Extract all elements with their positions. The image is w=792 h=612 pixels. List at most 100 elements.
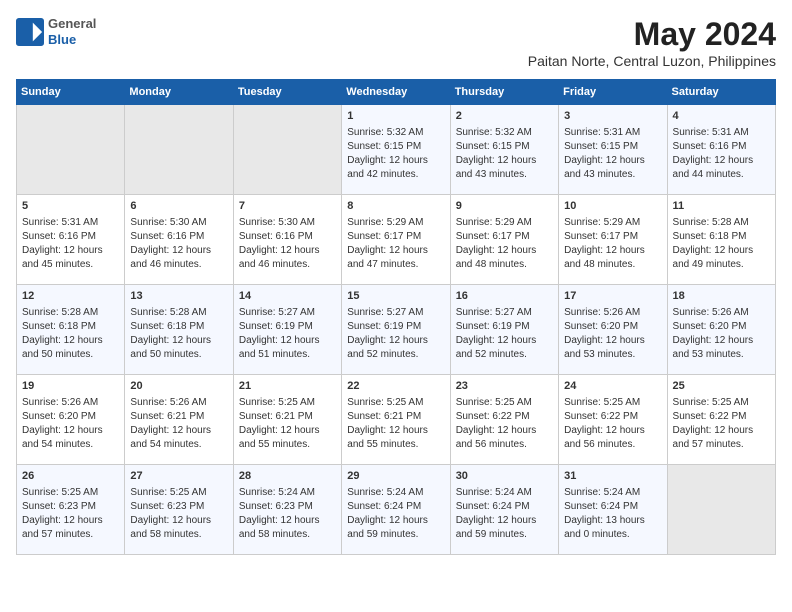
day-info: Sunrise: 5:32 AM Sunset: 6:15 PM Dayligh…	[456, 126, 553, 182]
day-info: Sunrise: 5:24 AM Sunset: 6:24 PM Dayligh…	[564, 486, 661, 542]
day-info: Sunrise: 5:31 AM Sunset: 6:15 PM Dayligh…	[564, 126, 661, 182]
day-number: 13	[130, 289, 227, 304]
day-info: Sunrise: 5:24 AM Sunset: 6:23 PM Dayligh…	[239, 486, 336, 542]
day-number: 12	[22, 289, 119, 304]
calendar-cell	[233, 105, 341, 195]
day-number: 1	[347, 109, 444, 124]
calendar-week-3: 12 Sunrise: 5:28 AM Sunset: 6:18 PM Dayli…	[17, 285, 776, 375]
day-number: 28	[239, 469, 336, 484]
day-number: 6	[130, 199, 227, 214]
calendar-cell: 8 Sunrise: 5:29 AM Sunset: 6:17 PM Daylig…	[342, 195, 450, 285]
calendar-table: SundayMondayTuesdayWednesdayThursdayFrid…	[16, 79, 776, 555]
day-info: Sunrise: 5:26 AM Sunset: 6:21 PM Dayligh…	[130, 396, 227, 452]
header-wednesday: Wednesday	[342, 80, 450, 105]
day-number: 16	[456, 289, 553, 304]
calendar-cell: 26 Sunrise: 5:25 AM Sunset: 6:23 PM Dayli…	[17, 465, 125, 555]
page-title: May 2024	[528, 16, 776, 53]
day-info: Sunrise: 5:25 AM Sunset: 6:21 PM Dayligh…	[347, 396, 444, 452]
day-info: Sunrise: 5:29 AM Sunset: 6:17 PM Dayligh…	[456, 216, 553, 272]
calendar-cell: 21Sunrise: 5:25 AM Sunset: 6:21 PM Dayli…	[233, 375, 341, 465]
header-thursday: Thursday	[450, 80, 558, 105]
day-info: Sunrise: 5:26 AM Sunset: 6:20 PM Dayligh…	[22, 396, 119, 452]
day-info: Sunrise: 5:28 AM Sunset: 6:18 PM Dayligh…	[673, 216, 770, 272]
day-number: 18	[673, 289, 770, 304]
day-number: 22	[347, 379, 444, 394]
day-number: 8	[347, 199, 444, 214]
calendar-cell: 22 Sunrise: 5:25 AM Sunset: 6:21 PM Dayli…	[342, 375, 450, 465]
logo: General Blue	[16, 16, 96, 47]
day-number: 11	[673, 199, 770, 214]
day-info: Sunrise: 5:30 AM Sunset: 6:16 PM Dayligh…	[130, 216, 227, 272]
day-info: Sunrise: 5:27 AM Sunset: 6:19 PM Dayligh…	[456, 306, 553, 362]
day-number: 31	[564, 469, 661, 484]
calendar-cell: 14Sunrise: 5:27 AM Sunset: 6:19 PM Dayli…	[233, 285, 341, 375]
calendar-week-5: 26 Sunrise: 5:25 AM Sunset: 6:23 PM Dayli…	[17, 465, 776, 555]
header-sunday: Sunday	[17, 80, 125, 105]
calendar-cell: 18Sunrise: 5:26 AM Sunset: 6:20 PM Dayli…	[667, 285, 775, 375]
calendar-cell: 23Sunrise: 5:25 AM Sunset: 6:22 PM Dayli…	[450, 375, 558, 465]
day-info: Sunrise: 5:28 AM Sunset: 6:18 PM Dayligh…	[22, 306, 119, 362]
calendar-cell: 17 Sunrise: 5:26 AM Sunset: 6:20 PM Dayli…	[559, 285, 667, 375]
calendar-week-1: 1 Sunrise: 5:32 AM Sunset: 6:15 PM Daylig…	[17, 105, 776, 195]
day-info: Sunrise: 5:31 AM Sunset: 6:16 PM Dayligh…	[673, 126, 770, 182]
calendar-cell: 12 Sunrise: 5:28 AM Sunset: 6:18 PM Dayli…	[17, 285, 125, 375]
header-saturday: Saturday	[667, 80, 775, 105]
day-number: 17	[564, 289, 661, 304]
day-info: Sunrise: 5:24 AM Sunset: 6:24 PM Dayligh…	[456, 486, 553, 542]
logo-text: General Blue	[48, 16, 96, 47]
calendar-cell: 24 Sunrise: 5:25 AM Sunset: 6:22 PM Dayli…	[559, 375, 667, 465]
day-number: 15	[347, 289, 444, 304]
logo-line2: Blue	[48, 32, 96, 48]
calendar-header-row: SundayMondayTuesdayWednesdayThursdayFrid…	[17, 80, 776, 105]
calendar-week-4: 19 Sunrise: 5:26 AM Sunset: 6:20 PM Dayli…	[17, 375, 776, 465]
day-info: Sunrise: 5:25 AM Sunset: 6:22 PM Dayligh…	[456, 396, 553, 452]
day-number: 9	[456, 199, 553, 214]
day-info: Sunrise: 5:25 AM Sunset: 6:23 PM Dayligh…	[22, 486, 119, 542]
logo-icon	[16, 18, 44, 46]
day-info: Sunrise: 5:28 AM Sunset: 6:18 PM Dayligh…	[130, 306, 227, 362]
calendar-cell: 19 Sunrise: 5:26 AM Sunset: 6:20 PM Dayli…	[17, 375, 125, 465]
day-number: 30	[456, 469, 553, 484]
day-number: 21	[239, 379, 336, 394]
calendar-cell: 13 Sunrise: 5:28 AM Sunset: 6:18 PM Dayli…	[125, 285, 233, 375]
day-number: 5	[22, 199, 119, 214]
day-number: 4	[673, 109, 770, 124]
calendar-cell: 4 Sunrise: 5:31 AM Sunset: 6:16 PM Daylig…	[667, 105, 775, 195]
page-header: General Blue May 2024 Paitan Norte, Cent…	[16, 16, 776, 69]
day-number: 10	[564, 199, 661, 214]
day-number: 20	[130, 379, 227, 394]
header-tuesday: Tuesday	[233, 80, 341, 105]
day-info: Sunrise: 5:27 AM Sunset: 6:19 PM Dayligh…	[347, 306, 444, 362]
day-number: 7	[239, 199, 336, 214]
logo-line1: General	[48, 16, 96, 32]
calendar-cell: 3Sunrise: 5:31 AM Sunset: 6:15 PM Daylig…	[559, 105, 667, 195]
calendar-cell	[17, 105, 125, 195]
day-number: 24	[564, 379, 661, 394]
calendar-cell: 29 Sunrise: 5:24 AM Sunset: 6:24 PM Dayli…	[342, 465, 450, 555]
header-friday: Friday	[559, 80, 667, 105]
calendar-cell: 31 Sunrise: 5:24 AM Sunset: 6:24 PM Dayli…	[559, 465, 667, 555]
calendar-cell: 16 Sunrise: 5:27 AM Sunset: 6:19 PM Dayli…	[450, 285, 558, 375]
day-info: Sunrise: 5:26 AM Sunset: 6:20 PM Dayligh…	[564, 306, 661, 362]
day-info: Sunrise: 5:25 AM Sunset: 6:23 PM Dayligh…	[130, 486, 227, 542]
day-info: Sunrise: 5:29 AM Sunset: 6:17 PM Dayligh…	[564, 216, 661, 272]
day-number: 27	[130, 469, 227, 484]
day-number: 29	[347, 469, 444, 484]
day-info: Sunrise: 5:24 AM Sunset: 6:24 PM Dayligh…	[347, 486, 444, 542]
day-info: Sunrise: 5:31 AM Sunset: 6:16 PM Dayligh…	[22, 216, 119, 272]
calendar-cell: 2 Sunrise: 5:32 AM Sunset: 6:15 PM Daylig…	[450, 105, 558, 195]
day-number: 19	[22, 379, 119, 394]
title-block: May 2024 Paitan Norte, Central Luzon, Ph…	[528, 16, 776, 69]
day-number: 14	[239, 289, 336, 304]
calendar-cell: 27 Sunrise: 5:25 AM Sunset: 6:23 PM Dayli…	[125, 465, 233, 555]
header-monday: Monday	[125, 80, 233, 105]
calendar-cell: 28 Sunrise: 5:24 AM Sunset: 6:23 PM Dayli…	[233, 465, 341, 555]
day-info: Sunrise: 5:32 AM Sunset: 6:15 PM Dayligh…	[347, 126, 444, 182]
calendar-cell: 15 Sunrise: 5:27 AM Sunset: 6:19 PM Dayli…	[342, 285, 450, 375]
calendar-cell: 20 Sunrise: 5:26 AM Sunset: 6:21 PM Dayli…	[125, 375, 233, 465]
day-info: Sunrise: 5:25 AM Sunset: 6:22 PM Dayligh…	[564, 396, 661, 452]
day-info: Sunrise: 5:25 AM Sunset: 6:22 PM Dayligh…	[673, 396, 770, 452]
day-number: 26	[22, 469, 119, 484]
day-info: Sunrise: 5:29 AM Sunset: 6:17 PM Dayligh…	[347, 216, 444, 272]
day-number: 2	[456, 109, 553, 124]
